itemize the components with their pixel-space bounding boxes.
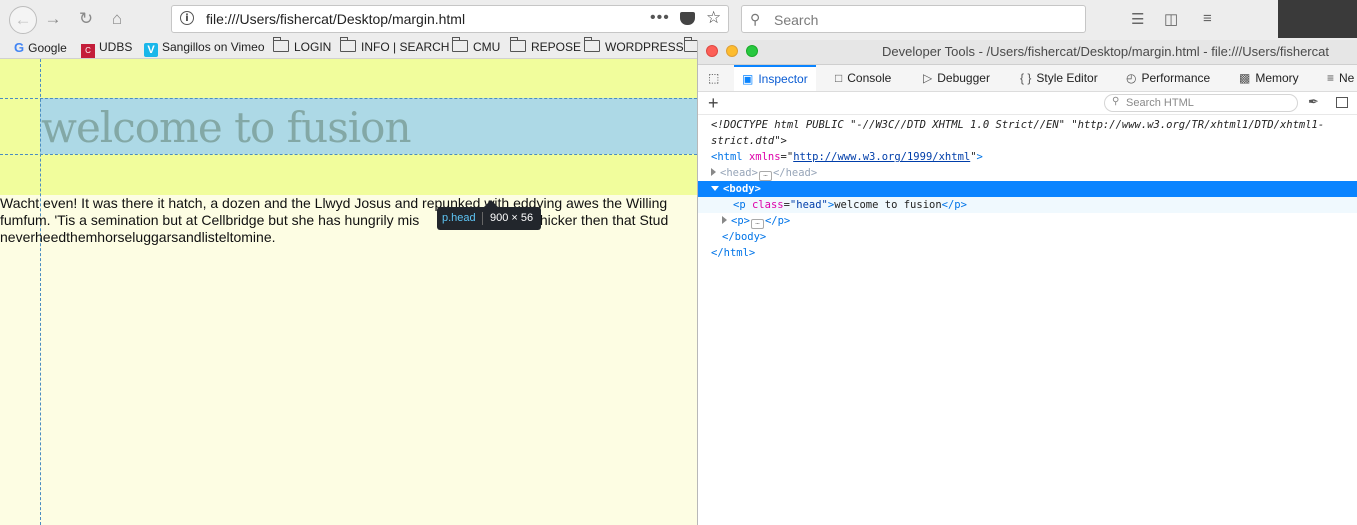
paragraph-line: fumfum. 'Tis a semination but at Cellbri… [0,212,669,228]
search-icon: ⚲ [750,11,761,27]
close-window-button[interactable] [706,45,718,57]
guide-line [0,154,697,155]
markup-html-close: </html> [711,247,756,259]
tooltip-separator [482,212,483,225]
info-icon[interactable]: i [180,11,194,25]
folder-icon [273,37,289,52]
bookmark-udbs[interactable]: C UDBS [81,40,132,58]
bookmark-vimeo[interactable]: V Sangillos on Vimeo [144,40,265,57]
debugger-icon: ▷ [923,71,933,85]
tab-console[interactable]: □ Console [835,65,891,91]
page-actions-icon[interactable]: ••• [650,9,670,27]
folder-icon [510,37,526,52]
back-arrow-icon: ← [14,10,32,29]
markup-doctype[interactable]: <!DOCTYPE html PUBLIC "-//W3C//DTD XHTML… [711,117,1357,133]
folder-icon [452,37,468,52]
bookmark-folder-login[interactable]: LOGIN [273,37,331,54]
search-input[interactable]: Search [774,12,818,28]
devtools-title: Developer Tools - /Users/fishercat/Deskt… [882,44,1329,59]
menu-icon[interactable]: ≡ [1203,10,1212,27]
memory-icon: ▩ [1239,71,1251,85]
bookmark-folder-repose[interactable]: REPOSE [510,37,581,54]
folder-icon [340,37,356,52]
tooltip-dimensions: 900 × 56 [490,212,534,224]
inspector-tooltip: p.head 900 × 56 [437,207,541,230]
pocket-icon[interactable] [680,12,695,25]
page-heading: welcome to fusion [41,103,412,152]
picker-icon: ⬚ [708,71,720,85]
forward-button[interactable]: → [41,7,65,31]
search-html-field[interactable]: ⚲ Search HTML [1104,94,1298,112]
markup-p-node[interactable]: <p>… </p> [722,213,1357,229]
expand-icon[interactable] [711,168,716,176]
console-icon: □ [835,71,843,85]
vimeo-icon: V [144,43,158,57]
add-node-button[interactable]: + [708,92,719,114]
paragraph-line: Wacht even! It was there it hatch, a doz… [0,195,668,211]
udbs-icon: C [81,44,95,58]
markup-doctype-cont: strict.dtd"> [711,135,787,147]
minimize-window-button[interactable] [726,45,738,57]
devtools-titlebar: Developer Tools - /Users/fishercat/Deskt… [698,40,1357,65]
eyedropper-icon[interactable]: ✒ [1308,94,1319,110]
markup-p-head-node[interactable]: <p class="head">welcome to fusion</p> [698,197,1357,213]
search-html-placeholder: Search HTML [1126,97,1194,109]
performance-icon: ◴ [1126,71,1137,85]
reload-button[interactable]: ↻ [74,7,98,31]
tab-debugger[interactable]: ▷ Debugger [923,65,990,91]
collapsed-content-icon[interactable]: … [758,171,772,181]
tab-style-editor[interactable]: { } Style Editor [1020,65,1098,91]
tooltip-tag: p.head [442,212,476,224]
url-bar[interactable]: i file:///Users/fishercat/Desktop/margin… [171,5,729,33]
tab-inspector[interactable]: ▣ Inspector [734,65,816,91]
google-icon: G [14,40,25,55]
bookmark-folder-info-search[interactable]: INFO | SEARCH [340,37,449,54]
devtools-tabbar: ⬚ ▣ Inspector □ Console ▷ Debugger { } Style… [698,65,1357,92]
markup-body-node[interactable]: <body> [698,181,1357,197]
search-icon: ⚲ [1112,96,1120,107]
bookmark-star-icon[interactable]: ☆ [706,8,721,28]
library-icon[interactable]: ☰ [1131,10,1144,28]
guide-line [0,98,697,99]
browser-toolbar: ← → ↻ ⌂ i file:///Users/fishercat/Deskto… [0,0,1357,40]
back-button[interactable]: ← [9,6,37,34]
sidebar-icon[interactable]: ◫ [1164,10,1178,28]
toggle-sidebar-icon[interactable] [1336,97,1348,108]
inspector-toolbar: + ⚲ Search HTML ✒ [698,92,1357,115]
folder-icon [584,37,600,52]
style-editor-icon: { } [1020,71,1032,85]
tab-memory[interactable]: ▩ Memory [1239,65,1299,91]
element-picker-button[interactable]: ⬚ [708,65,719,91]
background-window [1278,0,1357,40]
tooltip-arrow [484,200,498,207]
collapsed-content-icon[interactable]: … [750,219,764,229]
tab-performance[interactable]: ◴ Performance [1126,65,1210,91]
home-button[interactable]: ⌂ [105,7,129,31]
page-paragraph: Wacht even! It was there it hatch, a doz… [0,195,697,246]
paragraph-line: neverheedthemhorseluggarsandlisteltomine… [0,229,276,245]
collapse-icon[interactable] [711,186,719,191]
markup-html-node[interactable]: <html xmlns="http://www.w3.org/1999/xhtm… [711,149,1357,165]
xmlns-link[interactable]: http://www.w3.org/1999/xhtml [793,151,970,163]
markup-head-node[interactable]: <head>… </head> [711,165,1357,181]
bookmark-google[interactable]: G Google [14,40,67,55]
markup-body-close: </body> [722,231,767,243]
bookmark-folder-wordpress[interactable]: WORDPRESS [584,37,684,54]
url-text[interactable]: file:///Users/fishercat/Desktop/margin.h… [206,11,465,27]
forward-arrow-icon: → [44,9,62,28]
network-icon: ≡ [1327,71,1335,85]
expand-icon[interactable] [722,216,727,224]
search-bar[interactable]: ⚲ Search [741,5,1086,33]
tab-network[interactable]: ≡ Ne [1327,65,1354,91]
devtools-window: Developer Tools - /Users/fishercat/Deskt… [697,40,1357,525]
reload-icon: ↻ [78,9,94,28]
home-icon: ⌂ [111,9,123,28]
inspector-icon: ▣ [742,72,754,86]
page-viewport: welcome to fusion Wacht even! It was the… [0,59,697,525]
bookmark-folder-cmu[interactable]: CMU [452,37,500,54]
guide-line [40,59,41,525]
zoom-window-button[interactable] [746,45,758,57]
